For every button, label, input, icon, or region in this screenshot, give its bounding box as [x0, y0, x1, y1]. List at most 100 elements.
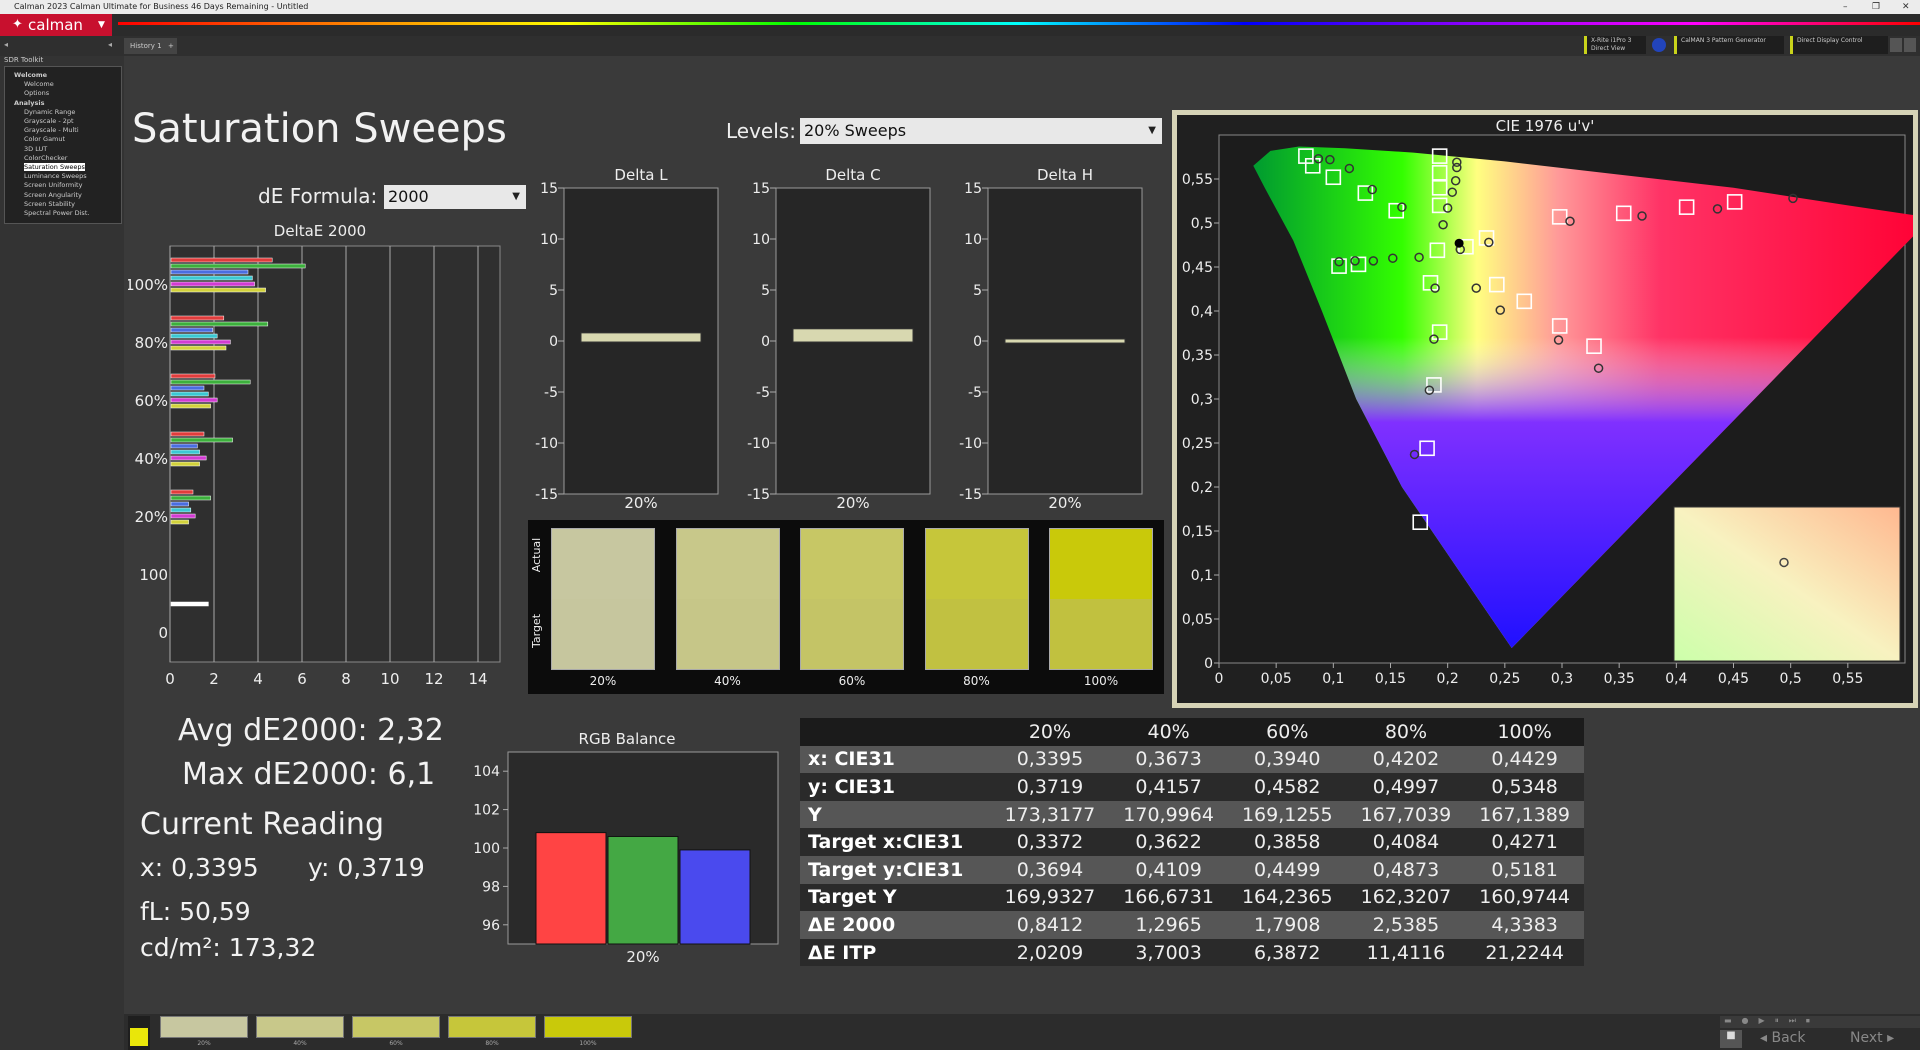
table-row: x: CIE31 0,3395 0,3673 0,3940 0,4202 0,4429 — [800, 745, 1584, 774]
y-tick-label: 5 — [761, 283, 770, 299]
window-title: Calman 2023 Calman Ultimate for Business… — [14, 2, 309, 11]
de-formula-select[interactable]: 2000 ▼ — [384, 185, 526, 209]
bottom-swatch[interactable] — [256, 1016, 344, 1038]
bottom-swatch-label: 60% — [389, 1040, 403, 1047]
rgb-bar — [535, 832, 607, 945]
de-formula-value: 2000 — [388, 187, 429, 206]
table-cell: 0,4499 — [1227, 855, 1347, 884]
table-cell: 169,9327 — [990, 883, 1110, 912]
sidebar-item[interactable]: Luminance Sweeps — [24, 172, 87, 180]
y-tick-label: 0,35 — [1182, 348, 1213, 364]
table-header-cell: 100% — [1465, 718, 1584, 746]
swatch-label: 20% — [589, 674, 617, 688]
deltae-bar — [170, 281, 255, 287]
bottom-swatch[interactable] — [448, 1016, 536, 1038]
stop-icon[interactable]: ■ — [1720, 1030, 1742, 1048]
table-cell: 0,4271 — [1465, 828, 1584, 856]
restore-icon[interactable]: ❐ — [1872, 0, 1880, 14]
x-tick-label: 0 — [1215, 671, 1224, 687]
app-logo-menu[interactable]: ✦ calman ▼ — [0, 14, 112, 36]
swatch-actual — [925, 529, 1028, 599]
delta-bar — [580, 332, 702, 343]
sidebar-item[interactable]: Saturation Sweeps — [24, 163, 85, 171]
table-cell: 3,7003 — [1109, 938, 1228, 967]
y-tick-label: 10 — [752, 232, 770, 248]
close-icon[interactable]: ✕ — [1902, 0, 1910, 14]
deltae-bar — [170, 333, 218, 339]
y-tick-label: 20% — [135, 508, 168, 526]
next-button[interactable]: Next ▸ — [1850, 1030, 1894, 1046]
y-tick-label: -15 — [535, 487, 558, 503]
current-point — [1454, 238, 1464, 248]
delta-h-chart: Delta H 15 10 5 0 -5 -10 -15 20% — [959, 166, 1143, 512]
x-tick-label: 0,55 — [1832, 671, 1863, 687]
sidebar-item[interactable]: Options — [24, 89, 49, 97]
table-cell: 0,3372 — [990, 828, 1110, 856]
cie-1976-chart: CIE 1976 u'v' 0 0,05 0,1 0,15 0,2 0,25 0,3 0,35 0… — [1182, 117, 1913, 687]
y-tick-label: 0 — [761, 334, 770, 350]
sidebar-item[interactable]: Welcome — [24, 80, 54, 88]
measurement-table: 20% 40% 60% 80% 100% x: CIE31 0,3395 0,3673 0,3… — [800, 718, 1584, 967]
sidebar-header: SDR Toolkit — [4, 56, 44, 64]
swatch-actual — [1050, 529, 1152, 599]
settings-icon[interactable] — [1890, 38, 1902, 52]
bottom-swatch[interactable] — [352, 1016, 440, 1038]
app-menubar — [0, 14, 1920, 36]
playback-controls[interactable]: ▬●▶⏸⏭⏹ — [1720, 1016, 1920, 1028]
y-tick-label: 0,3 — [1191, 392, 1213, 408]
sidebar-item[interactable]: Screen Angularity — [24, 191, 82, 199]
sidebar-item[interactable]: Screen Stability — [24, 200, 75, 208]
table-cell: 164,2365 — [1227, 883, 1347, 912]
current-x: x: 0,3395 — [140, 853, 259, 882]
minimize-icon[interactable]: – — [1843, 0, 1848, 14]
sidebar-item[interactable]: Spectral Power Dist. — [24, 209, 89, 217]
link-icon[interactable] — [1652, 38, 1666, 52]
help-icon[interactable] — [1904, 38, 1916, 52]
back-button[interactable]: ◂ Back — [1760, 1030, 1805, 1046]
deltae-bar — [170, 501, 189, 507]
pattern-generator-label: CalMAN 3 Pattern Generator — [1681, 37, 1766, 44]
swatch-label: 60% — [838, 674, 866, 688]
sidebar-item[interactable]: ColorChecker — [24, 154, 67, 162]
rgb-bar — [679, 849, 751, 945]
sidebar-item[interactable]: Analysis — [14, 99, 44, 107]
pattern-generator-button[interactable]: CalMAN 3 Pattern Generator — [1674, 36, 1784, 54]
table-row: y: CIE31 0,3719 0,4157 0,4582 0,4997 0,5348 — [800, 773, 1584, 801]
chevron-down-icon: ▼ — [98, 20, 105, 30]
y-tick-label: 0,5 — [1191, 216, 1213, 232]
x-tick-label: 2 — [209, 670, 219, 688]
rgb-bar — [607, 835, 679, 945]
deltae-bar — [170, 431, 205, 437]
table-header-cell — [800, 718, 991, 746]
levels-select[interactable]: 20% Sweeps ▼ — [800, 118, 1162, 144]
tab-history-1[interactable]: History 1 — [124, 38, 168, 54]
table-cell: 2,0209 — [990, 938, 1110, 967]
display-control-button[interactable]: Direct Display Control — [1790, 36, 1888, 54]
delta-c-chart: Delta C 15 10 5 0 -5 -10 -15 20% — [747, 166, 931, 512]
sidebar-item[interactable]: Grayscale - Multi — [24, 126, 79, 134]
collapse-left-icon[interactable]: ◂ — [4, 40, 14, 50]
chevron-down-icon: ▼ — [512, 191, 520, 202]
y-tick-label: -10 — [959, 436, 982, 452]
x-tick-label: 0,1 — [1322, 671, 1344, 687]
bottom-swatch[interactable] — [544, 1016, 632, 1038]
sidebar-item[interactable]: 3D LUT — [24, 145, 47, 153]
row-label: Y — [800, 800, 991, 829]
table-cell: 169,1255 — [1227, 800, 1347, 829]
plot-area — [169, 245, 501, 663]
sidebar-item[interactable]: Welcome — [14, 71, 47, 79]
sidebar-item[interactable]: Color Gamut — [24, 135, 65, 143]
swatch-target — [801, 599, 903, 669]
sidebar-item[interactable]: Dynamic Range — [24, 108, 75, 116]
bottom-swatch[interactable] — [160, 1016, 248, 1038]
deltae-bar — [170, 385, 205, 391]
y-tick-label: 0 — [973, 334, 982, 350]
add-tab-button[interactable]: + — [165, 38, 177, 54]
sidebar-item[interactable]: Grayscale - 2pt — [24, 117, 74, 125]
deltae-chart: DeltaE 2000 0 2 4 6 8 10 12 14 100% 80% 60% 40% 20% 10… — [128, 222, 501, 688]
sidebar-item[interactable]: Screen Uniformity — [24, 181, 82, 189]
color-swatch — [675, 528, 780, 670]
table-row: ΔE 2000 0,8412 1,2965 1,7908 2,5385 4,3383 — [800, 911, 1584, 939]
collapse-sidebar-icon[interactable]: ◂ — [108, 40, 112, 49]
meter-device-button[interactable]: X-Rite i1Pro 3 Direct View — [1584, 36, 1646, 54]
